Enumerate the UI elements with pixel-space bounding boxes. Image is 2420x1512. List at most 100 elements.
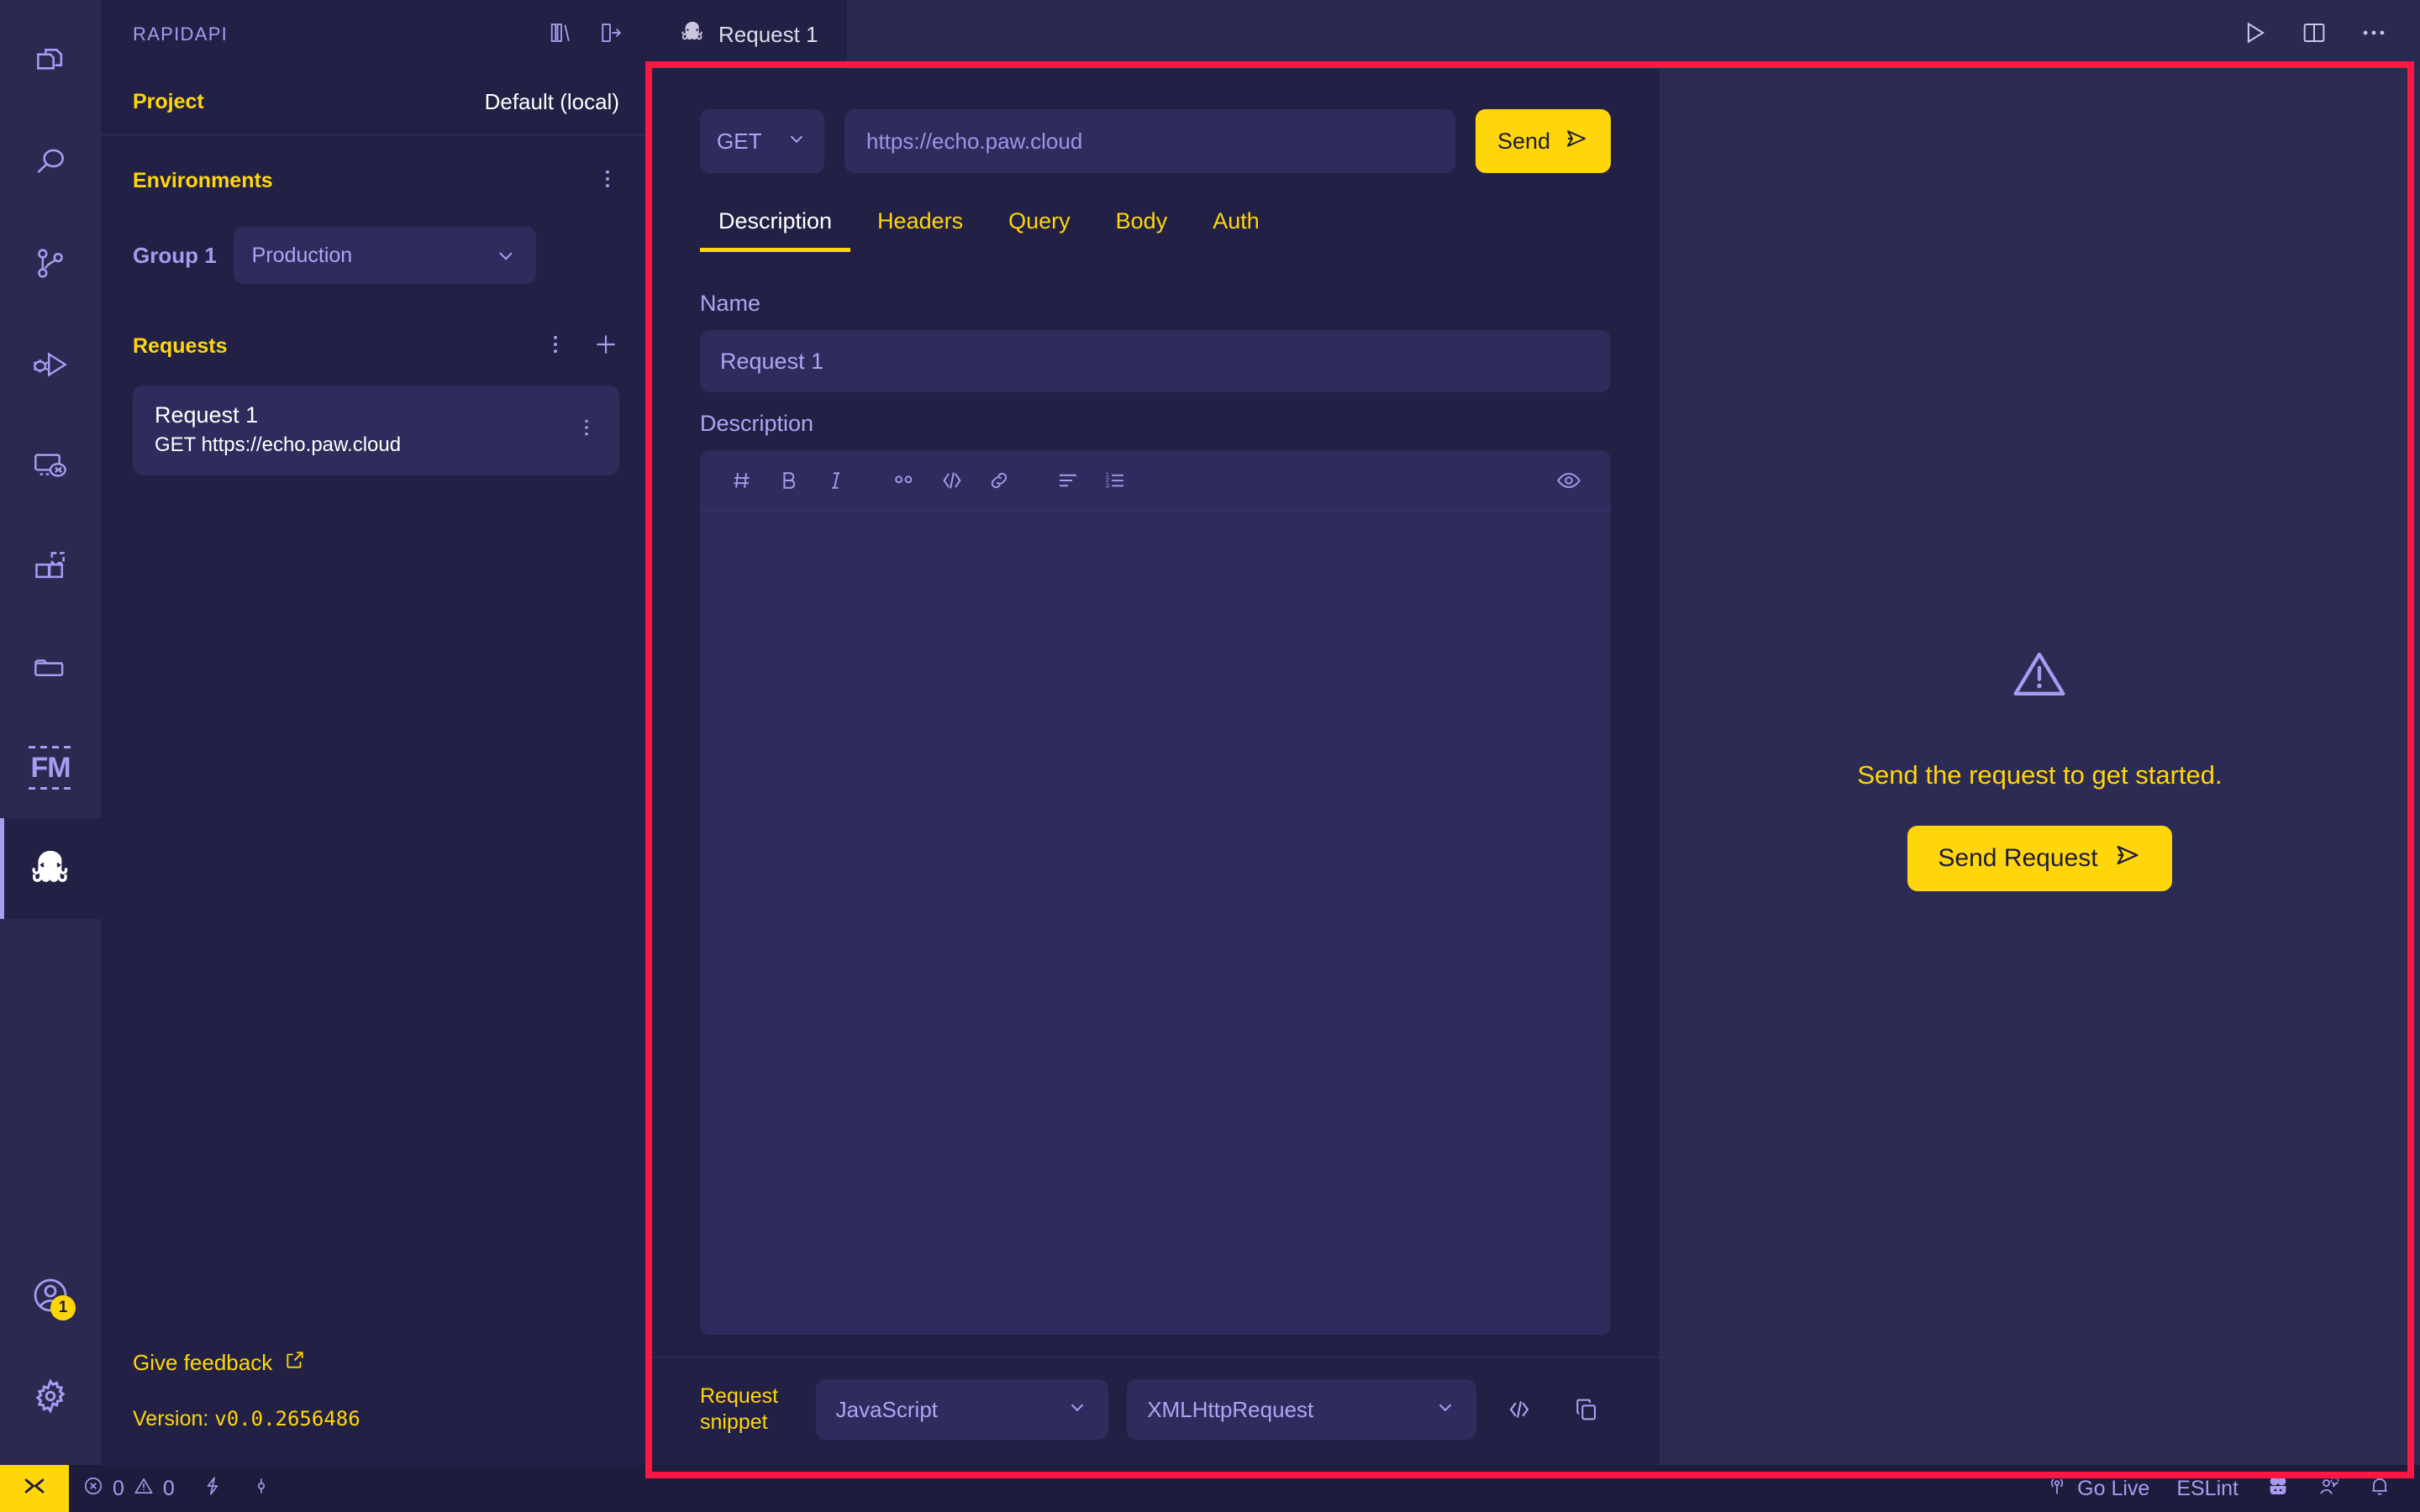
account-badge: 1 xyxy=(50,1295,76,1320)
ports-status[interactable] xyxy=(188,1465,237,1512)
run-icon[interactable] xyxy=(2240,18,2269,51)
environment-group-label: Group 1 xyxy=(133,242,217,268)
markdown-toolbar: 1 2 3 xyxy=(700,450,1611,511)
send-request-button[interactable]: Send Request xyxy=(1907,825,2172,891)
request-item-texts: Request 1 GET https://echo.paw.cloud xyxy=(155,402,401,457)
activity-bar: FM 1 xyxy=(0,0,101,1465)
project-row[interactable]: Project Default (local) xyxy=(101,69,651,134)
tab-request-1[interactable]: Request 1 xyxy=(651,0,847,69)
warning-triangle-icon xyxy=(2008,643,2070,710)
request-tabs: Description Headers Query Body Auth xyxy=(651,173,1660,252)
ports-icon xyxy=(202,1475,224,1503)
remote-window-icon xyxy=(20,1472,49,1506)
sidebar-item-explorer[interactable] xyxy=(0,12,101,113)
tab-description[interactable]: Description xyxy=(700,208,851,252)
view-code-icon[interactable] xyxy=(1495,1395,1544,1424)
heading-icon[interactable] xyxy=(718,457,765,504)
environment-select-value: Production xyxy=(251,243,353,267)
bulleted-list-icon[interactable] xyxy=(1044,457,1092,504)
bell-icon xyxy=(2368,1474,2391,1504)
live-share-status[interactable] xyxy=(2304,1465,2354,1512)
tab-query[interactable]: Query xyxy=(990,208,1089,252)
explorer-files-icon xyxy=(32,44,69,81)
list-item[interactable]: Request 1 GET https://echo.paw.cloud xyxy=(133,386,619,475)
gitlens-status[interactable] xyxy=(2252,1465,2304,1512)
sidebar-item-source-control[interactable] xyxy=(0,213,101,314)
code-icon[interactable] xyxy=(929,457,976,504)
request-editor-pane: GET https://echo.paw.cloud Send Descript… xyxy=(651,69,1660,1465)
request-snippet-label-line2: snippet xyxy=(700,1410,768,1434)
eslint-status[interactable]: ESLint xyxy=(2163,1465,2252,1512)
send-icon xyxy=(1564,126,1589,157)
warning-count: 0 xyxy=(162,1476,175,1500)
sidebar-item-folders[interactable] xyxy=(0,617,101,717)
snippet-library-value: XMLHttpRequest xyxy=(1147,1396,1314,1422)
folder-icon xyxy=(31,648,70,686)
requests-more-options-icon[interactable] xyxy=(544,333,567,360)
go-live-status[interactable]: Go Live xyxy=(2032,1465,2163,1512)
tab-auth[interactable]: Auth xyxy=(1194,208,1278,252)
broadcast-icon xyxy=(2045,1474,2069,1504)
svg-text:3: 3 xyxy=(1106,481,1109,489)
italic-icon[interactable] xyxy=(813,457,860,504)
chevron-down-icon xyxy=(494,244,518,267)
tabbar-actions xyxy=(2208,0,2420,69)
sidebar-item-run-debug[interactable] xyxy=(0,314,101,415)
export-icon[interactable] xyxy=(597,20,623,50)
project-value: Default (local) xyxy=(484,88,619,114)
gear-icon xyxy=(30,1376,71,1416)
snippet-language-select[interactable]: JavaScript xyxy=(815,1379,1109,1440)
radio-tower-status[interactable] xyxy=(237,1465,286,1512)
response-empty-state: Send the request to get started. Send Re… xyxy=(1857,643,2223,891)
notifications-status[interactable] xyxy=(2354,1465,2405,1512)
environments-label: Environments xyxy=(133,169,273,192)
problems-status[interactable]: 0 0 xyxy=(69,1465,188,1512)
snippet-library-select[interactable]: XMLHttpRequest xyxy=(1127,1379,1477,1440)
method-select[interactable]: GET xyxy=(700,109,824,173)
send-icon xyxy=(2113,841,2142,876)
sidebar-item-extensions[interactable] xyxy=(0,516,101,617)
send-button[interactable]: Send xyxy=(1475,109,1611,173)
request-url-row: GET https://echo.paw.cloud Send xyxy=(651,69,1660,173)
tab-body[interactable]: Body xyxy=(1097,208,1186,252)
give-feedback-link[interactable]: Give feedback xyxy=(133,1349,619,1377)
link-icon[interactable] xyxy=(976,457,1023,504)
url-input[interactable]: https://echo.paw.cloud xyxy=(844,109,1455,173)
sidebar-item-rapidapi[interactable] xyxy=(0,818,101,919)
environment-select[interactable]: Production xyxy=(233,227,536,284)
rapidapi-octopus-icon xyxy=(680,19,705,50)
environments-more-options-icon[interactable] xyxy=(596,167,619,195)
project-label: Project xyxy=(133,89,204,113)
rapidapi-sidebar: RAPIDAPI Project Default (local) Environ… xyxy=(101,0,651,1465)
tab-headers[interactable]: Headers xyxy=(859,208,981,252)
sidebar-item-search[interactable] xyxy=(0,113,101,213)
sidebar-footer: Give feedback Version: v0.0.2656486 xyxy=(101,1349,651,1465)
description-textarea[interactable] xyxy=(700,511,1611,1335)
more-actions-icon[interactable] xyxy=(2360,18,2388,51)
request-item-more-options-icon[interactable] xyxy=(576,417,597,443)
split-editor-icon[interactable] xyxy=(2301,19,2328,50)
sidebar-item-fm[interactable]: FM xyxy=(0,717,101,818)
quote-icon[interactable] xyxy=(881,457,929,504)
error-count: 0 xyxy=(113,1476,124,1500)
version-value: v0.0.2656486 xyxy=(214,1407,360,1431)
add-request-icon[interactable] xyxy=(592,331,619,362)
description-form: Name Request 1 Description 1 2 3 xyxy=(651,252,1660,1357)
go-live-label: Go Live xyxy=(2077,1476,2150,1500)
collections-icon[interactable] xyxy=(549,20,574,50)
environment-group-row: Group 1 Production xyxy=(133,227,619,284)
eye-icon[interactable] xyxy=(1545,457,1592,504)
send-request-label: Send Request xyxy=(1938,843,2098,872)
editor-area: Request 1 GET https://echo.paw.cloud Sen… xyxy=(651,0,2420,1465)
remote-window-button[interactable] xyxy=(0,1465,69,1512)
name-input[interactable]: Request 1 xyxy=(700,330,1611,392)
account-button[interactable]: 1 xyxy=(0,1245,101,1346)
sidebar-item-remote-explorer[interactable] xyxy=(0,415,101,516)
bold-icon[interactable] xyxy=(765,457,813,504)
name-input-value: Request 1 xyxy=(720,348,824,374)
tab-label: Request 1 xyxy=(718,21,818,47)
numbered-list-icon[interactable]: 1 2 3 xyxy=(1092,457,1139,504)
copy-icon[interactable] xyxy=(1562,1396,1611,1423)
settings-button[interactable] xyxy=(0,1346,101,1446)
